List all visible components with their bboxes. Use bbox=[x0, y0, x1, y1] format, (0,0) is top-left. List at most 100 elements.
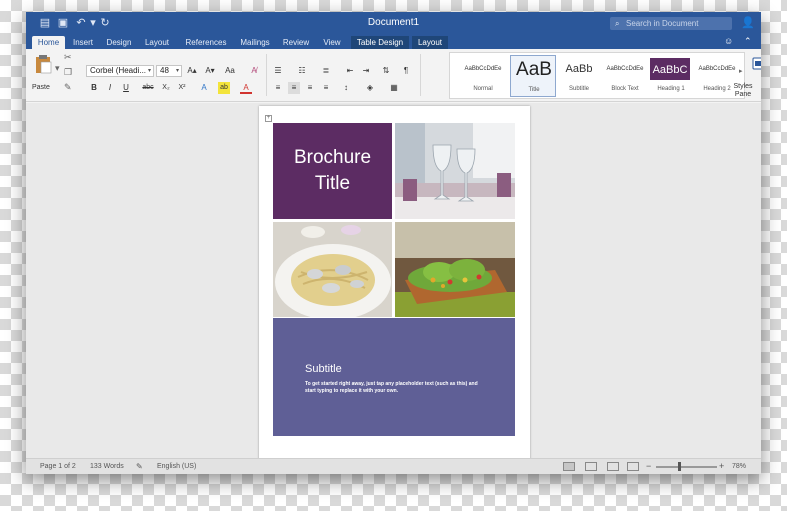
proofing-icon[interactable]: ✎ bbox=[136, 462, 143, 471]
ribbon: ▾ Paste ✂ ❐ ✎ Corbel (Headi... ▾ 48 ▾ A▴ A… bbox=[26, 49, 761, 102]
tab-table-layout[interactable]: Layout bbox=[412, 36, 448, 49]
word-count[interactable]: 133 Words bbox=[90, 463, 124, 470]
style-preview: AaBbCcDdEe bbox=[606, 66, 644, 72]
title-bar: ▤ ▣ ↶ ▾ ↻ Document1 ⌕ Search in Document… bbox=[26, 12, 761, 35]
align-center-icon[interactable]: ≡ bbox=[288, 82, 300, 94]
smiley-feedback-icon[interactable]: ☺ bbox=[724, 36, 733, 46]
paste-icon[interactable] bbox=[34, 54, 52, 74]
styles-pane-icon[interactable] bbox=[752, 57, 761, 70]
document-canvas[interactable]: + Brochure Title Subtitle To get started… bbox=[26, 103, 761, 474]
strikethrough-button[interactable]: abc bbox=[142, 82, 154, 94]
document-title: Document1 bbox=[367, 17, 420, 28]
shading-icon[interactable]: ◈ bbox=[364, 82, 376, 94]
tab-insert[interactable]: Insert bbox=[70, 36, 96, 49]
page-count[interactable]: Page 1 of 2 bbox=[40, 463, 76, 470]
print-layout-icon[interactable] bbox=[563, 462, 575, 471]
highlight-button[interactable]: ab bbox=[218, 82, 230, 94]
show-marks-icon[interactable]: ¶ bbox=[400, 65, 412, 77]
shrink-font-button[interactable]: A▾ bbox=[204, 65, 216, 77]
grow-font-button[interactable]: A▴ bbox=[186, 65, 198, 77]
subtitle-cell[interactable]: Subtitle To get started right away, just… bbox=[273, 318, 515, 436]
copy-icon[interactable]: ❐ bbox=[64, 67, 72, 78]
zoom-slider[interactable] bbox=[656, 466, 717, 468]
subscript-button[interactable]: X₂ bbox=[160, 82, 172, 94]
tab-references[interactable]: References bbox=[181, 36, 231, 49]
decrease-indent-icon[interactable]: ⇤ bbox=[344, 65, 356, 77]
table-move-handle-icon[interactable]: + bbox=[265, 115, 272, 122]
text-effects-button[interactable]: A bbox=[198, 82, 210, 94]
style-preview: AaBbC bbox=[650, 58, 690, 80]
font-size-select[interactable]: 48 ▾ bbox=[156, 65, 182, 77]
search-input[interactable]: ⌕ Search in Document bbox=[610, 17, 732, 30]
zoom-slider-thumb[interactable] bbox=[678, 462, 681, 471]
style-preview: AaB bbox=[516, 59, 552, 80]
collapse-ribbon-icon[interactable]: ⌃ bbox=[744, 36, 752, 47]
font-name-select[interactable]: Corbel (Headi... ▾ bbox=[86, 65, 154, 77]
styles-more-icon[interactable]: ▸ bbox=[739, 67, 743, 75]
style-block-text[interactable]: AaBbCcDdEe Block Text bbox=[602, 55, 648, 97]
multilevel-list-icon[interactable]: ≣ bbox=[320, 65, 332, 77]
brochure-title[interactable]: Brochure Title bbox=[273, 145, 392, 197]
search-icon: ⌕ bbox=[615, 19, 620, 28]
tab-view[interactable]: View bbox=[321, 36, 343, 49]
save-icon[interactable]: ▣ bbox=[56, 16, 70, 30]
outline-view-icon[interactable] bbox=[607, 462, 619, 471]
cut-icon[interactable]: ✂ bbox=[64, 52, 72, 63]
style-label: Normal bbox=[473, 86, 493, 92]
status-bar: Page 1 of 2 133 Words ✎ English (US) − +… bbox=[26, 458, 761, 474]
italic-button[interactable]: I bbox=[104, 82, 116, 94]
format-painter-icon[interactable]: ✎ bbox=[64, 82, 72, 93]
style-heading-1[interactable]: AaBbC Heading 1 bbox=[648, 55, 694, 97]
font-size-value: 48 bbox=[160, 66, 169, 75]
subtitle-heading[interactable]: Subtitle bbox=[305, 363, 342, 375]
justify-icon[interactable]: ≡ bbox=[320, 82, 332, 94]
language-label[interactable]: English (US) bbox=[157, 463, 196, 470]
style-preview: AaBbCcDdEe bbox=[698, 66, 736, 72]
line-spacing-icon[interactable]: ↕ bbox=[340, 82, 352, 94]
ribbon-separator bbox=[420, 54, 421, 96]
redo-icon[interactable]: ↻ bbox=[98, 16, 112, 30]
sidebar-icon[interactable]: ▤ bbox=[38, 16, 52, 30]
font-name-value: Corbel (Headi... bbox=[90, 66, 147, 75]
tab-home[interactable]: Home bbox=[32, 36, 65, 49]
word-window: ▤ ▣ ↶ ▾ ↻ Document1 ⌕ Search in Document… bbox=[26, 12, 761, 474]
style-label: Heading 1 bbox=[657, 86, 685, 92]
style-subtitle[interactable]: AaBb Subtitle bbox=[556, 55, 602, 97]
title-cell[interactable]: Brochure Title bbox=[273, 123, 392, 219]
style-title[interactable]: AaB Title bbox=[510, 55, 556, 97]
numbering-icon[interactable]: ☷ bbox=[296, 65, 308, 77]
font-name-caret-icon: ▾ bbox=[147, 68, 151, 74]
zoom-level[interactable]: 78% bbox=[732, 463, 746, 470]
align-right-icon[interactable]: ≡ bbox=[304, 82, 316, 94]
style-label: Subtitle bbox=[568, 86, 589, 92]
tab-review[interactable]: Review bbox=[281, 36, 311, 49]
web-layout-icon[interactable] bbox=[585, 462, 597, 471]
sort-icon[interactable]: ⇅ bbox=[380, 65, 392, 77]
ribbon-separator bbox=[266, 54, 267, 96]
clear-formatting-icon[interactable]: A̸ bbox=[248, 65, 260, 77]
bullets-icon[interactable]: ☰ bbox=[272, 65, 284, 77]
tab-mailings[interactable]: Mailings bbox=[237, 36, 273, 49]
font-color-button[interactable]: A bbox=[240, 82, 252, 94]
increase-indent-icon[interactable]: ⇥ bbox=[360, 65, 372, 77]
tab-table-design[interactable]: Table Design bbox=[351, 36, 409, 49]
change-case-button[interactable]: Aa bbox=[224, 65, 236, 77]
subtitle-body-text[interactable]: To get started right away, just tap any … bbox=[305, 381, 485, 395]
share-person-icon[interactable]: 👤 bbox=[741, 16, 755, 29]
underline-button[interactable]: U bbox=[120, 82, 132, 94]
bold-button[interactable]: B bbox=[88, 82, 100, 94]
style-preview: AaBb bbox=[565, 63, 593, 75]
focus-view-icon[interactable] bbox=[627, 462, 639, 471]
paste-dropdown-icon[interactable]: ▾ bbox=[55, 63, 60, 74]
styles-pane-label[interactable]: Styles Pane bbox=[726, 83, 760, 99]
style-normal[interactable]: AaBbCcDdEe Normal bbox=[460, 55, 506, 97]
style-label: Title bbox=[528, 87, 540, 93]
wine-glasses-photo bbox=[395, 123, 515, 219]
superscript-button[interactable]: X² bbox=[176, 82, 188, 94]
tab-layout[interactable]: Layout bbox=[143, 36, 171, 49]
borders-icon[interactable]: ▦ bbox=[388, 82, 400, 94]
align-left-icon[interactable]: ≡ bbox=[272, 82, 284, 94]
zoom-out-icon[interactable]: − bbox=[646, 461, 651, 471]
tab-design[interactable]: Design bbox=[105, 36, 133, 49]
zoom-in-icon[interactable]: + bbox=[719, 461, 724, 471]
